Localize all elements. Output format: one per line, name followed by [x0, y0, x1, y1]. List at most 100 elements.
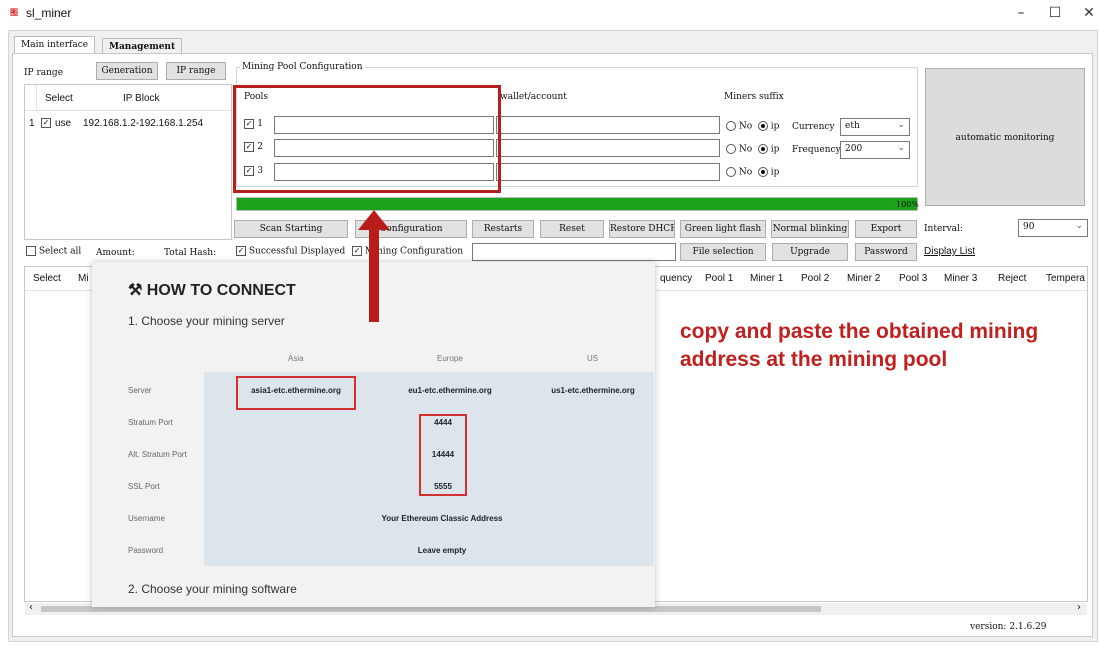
tab-management[interactable]: Management: [102, 38, 183, 54]
title-bar: 图 sl_miner – ☐ ✕: [0, 0, 1099, 28]
normal-blinking-button[interactable]: Normal blinking: [771, 220, 849, 238]
grid-header-pool2: Pool 2: [801, 273, 830, 284]
password-value: Leave empty: [417, 546, 467, 555]
header-ip-block: IP Block: [123, 93, 160, 104]
suffix-radios-1: No ip: [726, 121, 779, 132]
total-hash-label: Total Hash:: [164, 248, 217, 258]
suffix-label: Miners suffix: [724, 92, 784, 102]
server-us: us1-etc.ethermine.org: [551, 386, 635, 395]
app-icon: 图: [10, 8, 18, 17]
grid-header-miner: Mi: [78, 273, 89, 284]
green-light-flash-button[interactable]: Green light flash: [680, 220, 766, 238]
overlay-title: HOW TO CONNECT: [146, 282, 296, 299]
row-label-password: Password: [128, 546, 164, 555]
server-asia: asia1-etc.ethermine.org: [251, 386, 341, 395]
password-button[interactable]: Password: [855, 243, 917, 261]
radio-ip-1[interactable]: [757, 121, 768, 131]
red-arrow-up-icon: [358, 210, 390, 322]
interval-select[interactable]: 90 ⌄: [1018, 219, 1088, 237]
step1-label: 1. Choose your mining server: [128, 314, 285, 328]
window-title: sl_miner: [26, 6, 72, 20]
radio-no-1[interactable]: [726, 121, 736, 131]
scan-starting-button[interactable]: Scan Starting: [234, 220, 348, 238]
radio-ip-3[interactable]: [757, 167, 768, 177]
close-button[interactable]: ✕: [1072, 2, 1099, 24]
annotation-text: copy and paste the obtained mining addre…: [680, 320, 1039, 371]
alt-stratum-port: 14444: [431, 450, 455, 459]
wallet-2-input[interactable]: [496, 139, 720, 157]
grid-header-reject: Reject: [998, 273, 1027, 284]
ip-block-table: Select IP Block 1 ✓ use 192.168.1.2-192.…: [24, 84, 232, 240]
automatic-monitoring-button[interactable]: automatic monitoring: [925, 68, 1085, 206]
chevron-down-icon: ⌄: [897, 143, 905, 153]
restarts-button[interactable]: Restarts: [472, 220, 534, 238]
tools-icon: ⚒: [128, 282, 143, 299]
row-label-ssl: SSL Port: [128, 482, 160, 491]
pools-highlight: [233, 85, 501, 193]
grid-header-pool1: Pool 1: [705, 273, 734, 284]
amount-label: Amount:: [96, 248, 135, 258]
ip-table-header: Select IP Block: [25, 85, 231, 111]
minimize-button[interactable]: –: [1004, 2, 1038, 24]
progress-bar: [236, 197, 918, 211]
grid-header-miner2: Miner 2: [847, 273, 881, 284]
row-label-alt-stratum: Alt. Stratum Port: [128, 450, 187, 459]
export-button[interactable]: Export: [855, 220, 917, 238]
suffix-radios-2: No ip: [726, 144, 779, 155]
username-value: Your Ethereum Classic Address: [381, 514, 503, 523]
ip-range-button[interactable]: IP range: [166, 62, 226, 80]
step2-label: 2. Choose your mining software: [128, 582, 297, 596]
grid-header-pool3: Pool 3: [899, 273, 928, 284]
stratum-port: 4444: [434, 418, 452, 427]
select-all-checkbox[interactable]: [26, 246, 36, 256]
maximize-button[interactable]: ☐: [1038, 2, 1072, 24]
radio-ip-2[interactable]: [757, 144, 768, 154]
mining-pool-group-title: Mining Pool Configuration: [240, 62, 365, 72]
row-label-stratum: Stratum Port: [128, 418, 173, 427]
generation-button[interactable]: Generation: [96, 62, 158, 80]
tab-main-interface[interactable]: Main interface: [14, 36, 96, 54]
grid-header-select: Select: [33, 273, 61, 284]
frequency-label: Frequency: [792, 145, 841, 155]
chevron-down-icon: ⌄: [897, 120, 905, 130]
frequency-select[interactable]: 200 ⌄: [840, 141, 910, 159]
row-label-username: Username: [128, 514, 165, 523]
restore-dhcp-button[interactable]: Restore DHCP: [609, 220, 675, 238]
table-row[interactable]: 1 ✓ use 192.168.1.2-192.168.1.254: [25, 115, 231, 133]
region-us: US: [587, 354, 599, 363]
currency-select[interactable]: eth ⌄: [840, 118, 910, 136]
file-selection-button[interactable]: File selection: [680, 243, 766, 261]
display-list-link[interactable]: Display List: [924, 246, 975, 257]
grid-header-temperature: Tempera: [1046, 273, 1085, 284]
successful-displayed-checkbox[interactable]: ✓: [236, 246, 246, 256]
successful-displayed[interactable]: ✓ Successful Displayed: [236, 246, 345, 257]
upgrade-button[interactable]: Upgrade: [772, 243, 848, 261]
row-checkbox[interactable]: ✓: [41, 118, 51, 128]
grid-header-frequency: quency: [660, 273, 693, 284]
suffix-radios-3: No ip: [726, 167, 779, 178]
server-europe: eu1-etc.ethermine.org: [408, 386, 492, 395]
progress-fill: [237, 198, 917, 210]
version-label: version: 2.1.6.29: [970, 622, 1047, 632]
row-label-server: Server: [128, 386, 152, 395]
grid-header-miner1: Miner 1: [750, 273, 784, 284]
region-europe: Europe: [437, 354, 463, 363]
file-path-input[interactable]: [472, 243, 676, 261]
radio-no-3[interactable]: [726, 167, 736, 177]
reset-button[interactable]: Reset: [540, 220, 604, 238]
overlay-title-row: ⚒ HOW TO CONNECT: [128, 280, 296, 300]
wallet-1-input[interactable]: [496, 116, 720, 134]
interval-label: Interval:: [924, 224, 963, 234]
ip-block-value: 192.168.1.2-192.168.1.254: [83, 118, 204, 129]
scroll-left-icon[interactable]: ‹: [29, 602, 33, 613]
wallet-label: wallet/account: [500, 92, 567, 102]
wallet-3-input[interactable]: [496, 163, 720, 181]
radio-no-2[interactable]: [726, 144, 736, 154]
chevron-down-icon: ⌄: [1075, 221, 1083, 231]
region-asia: Asia: [288, 354, 304, 363]
scroll-right-icon[interactable]: ›: [1077, 602, 1081, 613]
select-all[interactable]: Select all: [26, 246, 81, 257]
grid-header-miner3: Miner 3: [944, 273, 978, 284]
header-select: Select: [45, 93, 73, 104]
progress-label: 100%: [896, 200, 919, 209]
